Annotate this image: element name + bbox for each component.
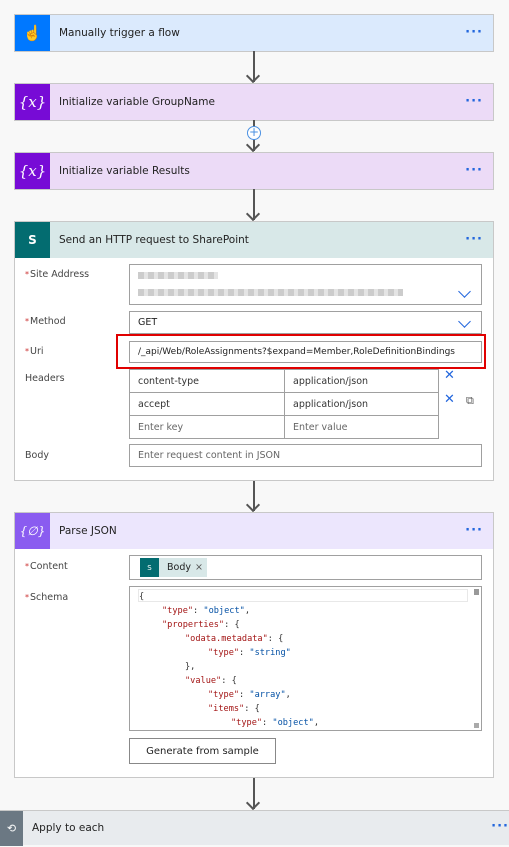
- connector-arrow: [253, 51, 255, 82]
- step-title: Send an HTTP request to SharePoint: [59, 234, 249, 246]
- scrollbar[interactable]: [474, 589, 479, 595]
- variable-icon: {x}: [15, 84, 50, 120]
- step-title: Initialize variable Results: [59, 165, 190, 177]
- switch-to-text-icon[interactable]: ⧉: [466, 394, 474, 408]
- uri-label: *Uri: [25, 346, 44, 357]
- method-select[interactable]: GET: [129, 311, 482, 334]
- headers-label: Headers: [25, 373, 65, 384]
- chevron-down-icon[interactable]: [458, 285, 471, 298]
- connector-arrow: [253, 481, 255, 511]
- header-key-input[interactable]: Enter key: [129, 415, 285, 439]
- touch-hand-icon: ☝: [15, 15, 50, 51]
- connector-arrow: [253, 189, 255, 220]
- step-sharepoint-http: S Send an HTTP request to SharePoint ···…: [14, 221, 494, 481]
- header-key-input[interactable]: accept: [129, 392, 285, 416]
- remove-header-icon[interactable]: ✕: [444, 392, 455, 407]
- more-options-button[interactable]: ···: [465, 163, 483, 178]
- schema-line: },: [185, 662, 196, 672]
- schema-line: "type": "array",: [208, 690, 291, 700]
- method-label: *Method: [25, 316, 66, 327]
- schema-line: "properties": {: [162, 620, 240, 630]
- sharepoint-icon: S: [140, 558, 159, 577]
- generate-from-sample-button[interactable]: Generate from sample: [129, 738, 276, 764]
- more-options-button[interactable]: ···: [465, 94, 483, 109]
- parse-json-icon: {∅}: [15, 513, 50, 549]
- schema-line: "odata.metadata": {: [185, 634, 284, 644]
- body-input[interactable]: Enter request content in JSON: [129, 444, 482, 467]
- chevron-down-icon[interactable]: [458, 315, 471, 328]
- body-label: Body: [25, 450, 49, 461]
- connector-arrow: [253, 778, 255, 809]
- remove-token-icon[interactable]: ×: [195, 562, 207, 573]
- step-init-groupname[interactable]: {x} Initialize variable GroupName ···: [14, 83, 494, 121]
- variable-icon: {x}: [15, 153, 50, 189]
- step-title: Initialize variable GroupName: [59, 96, 215, 108]
- schema-label: *Schema: [25, 592, 69, 603]
- more-options-button[interactable]: ···: [491, 819, 509, 834]
- step-title: Manually trigger a flow: [59, 27, 180, 39]
- body-token[interactable]: S Body ×: [140, 558, 207, 577]
- step-manual-trigger[interactable]: ☝ Manually trigger a flow ···: [14, 14, 494, 52]
- header-value-input[interactable]: Enter value: [284, 415, 439, 439]
- content-label: *Content: [25, 561, 68, 572]
- schema-editor[interactable]: { "type": "object", "properties": { "odata.…: [129, 586, 482, 731]
- more-options-button[interactable]: ···: [465, 25, 483, 40]
- remove-header-icon[interactable]: ✕: [444, 368, 455, 383]
- header-value-input[interactable]: application/json: [284, 369, 439, 393]
- header-key-input[interactable]: content-type: [129, 369, 285, 393]
- add-step-plus-icon[interactable]: +: [247, 126, 261, 140]
- step-title: Parse JSON: [59, 525, 117, 537]
- more-options-button[interactable]: ···: [465, 232, 483, 247]
- schema-line: "type": "object",: [231, 718, 319, 728]
- schema-line: "items": {: [208, 704, 260, 714]
- step-title: Apply to each: [32, 822, 105, 834]
- highlight-box: [116, 334, 486, 369]
- site-address-label: *Site Address: [25, 269, 90, 280]
- schema-line: {: [139, 592, 145, 602]
- step-apply-to-each[interactable]: ⟲ Apply to each ···: [0, 810, 509, 846]
- site-address-input[interactable]: [129, 264, 482, 305]
- schema-line: "type": "object",: [162, 606, 250, 616]
- sharepoint-icon: S: [15, 222, 50, 258]
- header-value-input[interactable]: application/json: [284, 392, 439, 416]
- step-parse-json: {∅} Parse JSON ··· *Content S Body × *Sc…: [14, 512, 494, 778]
- schema-line: "type": "string": [208, 648, 291, 658]
- loop-icon: ⟲: [0, 810, 23, 846]
- content-input[interactable]: S Body ×: [129, 555, 482, 580]
- more-options-button[interactable]: ···: [465, 523, 483, 538]
- schema-line: "value": {: [185, 676, 237, 686]
- step-init-results[interactable]: {x} Initialize variable Results ···: [14, 152, 494, 190]
